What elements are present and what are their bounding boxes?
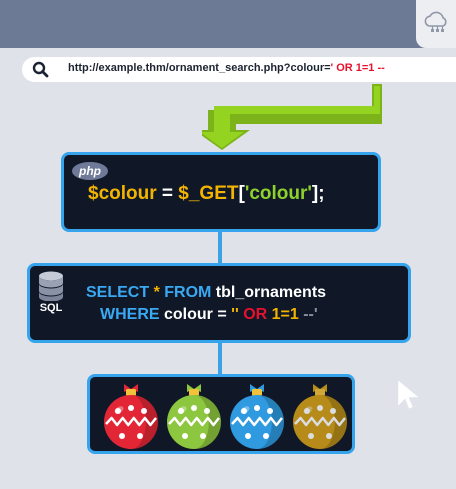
ornament-dot bbox=[254, 405, 260, 411]
ornament bbox=[104, 384, 158, 449]
sql-comment: --' bbox=[298, 306, 318, 323]
ornaments-group bbox=[104, 384, 347, 449]
php-code-box: php $colour = $_GET['colour']; bbox=[61, 152, 381, 232]
ornament-dot bbox=[191, 405, 197, 411]
ornament-cap bbox=[189, 389, 199, 396]
url-base: http://example.thm/ornament_search.php?c… bbox=[68, 62, 331, 74]
connector-php-sql bbox=[218, 232, 222, 263]
connector-sql-ornaments bbox=[218, 343, 222, 374]
ornament-dot bbox=[308, 433, 314, 439]
address-bar[interactable]: http://example.thm/ornament_search.php?c… bbox=[22, 57, 456, 82]
sql-table: tbl_ornaments bbox=[211, 284, 327, 301]
php-key: 'colour' bbox=[244, 183, 312, 204]
url-injection: ' OR 1=1 -- bbox=[330, 62, 385, 74]
cloud-icon bbox=[424, 11, 447, 32]
sql-star: * bbox=[149, 284, 165, 301]
url-text: http://example.thm/ornament_search.php?c… bbox=[68, 62, 385, 74]
ornament-dot bbox=[200, 433, 206, 439]
ornament-dot bbox=[263, 433, 269, 439]
ornament-cap bbox=[252, 389, 262, 396]
sql-query-box: SQL SELECT * FROM tbl_ornaments WHERE co… bbox=[27, 263, 411, 343]
php-badge: php bbox=[72, 162, 108, 180]
sql-or: OR bbox=[238, 306, 272, 323]
sql-column: colour = bbox=[159, 306, 232, 323]
cloud-button[interactable] bbox=[416, 0, 456, 48]
sql-select: SELECT bbox=[86, 284, 150, 301]
ornament-dot bbox=[204, 408, 210, 414]
sql-quotes: '' bbox=[231, 306, 239, 323]
search-icon[interactable] bbox=[32, 61, 49, 78]
ornament-dot bbox=[267, 408, 273, 414]
ornaments-result-box bbox=[87, 374, 355, 454]
ornament-dot bbox=[119, 433, 125, 439]
mouse-pointer-icon bbox=[397, 379, 420, 410]
php-variable: $colour bbox=[88, 183, 157, 204]
ornament-dot bbox=[330, 408, 336, 414]
ornament bbox=[293, 384, 347, 449]
ornament-dot bbox=[317, 405, 323, 411]
ornament-dot bbox=[128, 405, 134, 411]
sql-line-2: WHERE colour = '' OR 1=1 --' bbox=[100, 306, 318, 324]
ornament-cap bbox=[315, 389, 325, 396]
database-icon bbox=[39, 271, 63, 301]
top-bar bbox=[0, 0, 456, 48]
ornament-dot bbox=[326, 433, 332, 439]
ornament-cap bbox=[126, 389, 136, 396]
php-code-line: $colour = $_GET['colour']; bbox=[88, 183, 325, 205]
ornament bbox=[230, 384, 284, 449]
flow-arrow bbox=[202, 84, 382, 150]
ornament-dot bbox=[137, 433, 143, 439]
ornament-dot bbox=[182, 433, 188, 439]
sql-label: SQL bbox=[39, 302, 63, 314]
sql-condition: 1=1 bbox=[271, 306, 299, 323]
php-equals: = bbox=[156, 183, 179, 204]
ornament-dot bbox=[245, 433, 251, 439]
sql-from: FROM bbox=[164, 284, 212, 301]
sql-where: WHERE bbox=[100, 306, 160, 323]
php-rbracket: ]; bbox=[311, 183, 325, 204]
ornament-dot bbox=[141, 408, 147, 414]
ornament bbox=[167, 384, 221, 449]
php-get: $_GET bbox=[178, 183, 239, 204]
sql-line-1: SELECT * FROM tbl_ornaments bbox=[86, 284, 326, 302]
